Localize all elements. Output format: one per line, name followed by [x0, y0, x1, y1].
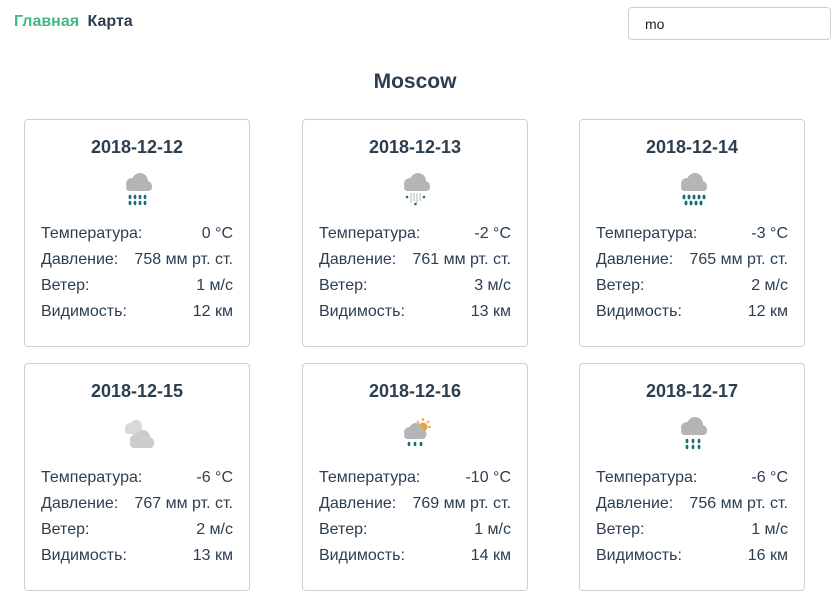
pressure-row: Давление: 756 мм рт. ст. — [596, 495, 788, 517]
wind-label: Ветер: — [319, 277, 368, 294]
pressure-value: 756 мм рт. ст. — [689, 495, 788, 512]
temperature-value: -10 °C — [465, 469, 511, 486]
wind-label: Ветер: — [41, 521, 90, 538]
pressure-value: 761 мм рт. ст. — [412, 251, 511, 268]
forecast-date: 2018-12-16 — [368, 381, 462, 401]
forecast-card: 2018-12-12 Температура: 0 °C Давление: 758… — [24, 119, 250, 347]
wind-row: Ветер: 1 м/с — [319, 521, 511, 543]
nav-link-map[interactable]: Карта — [88, 13, 133, 30]
wind-row: Ветер: 1 м/с — [596, 521, 788, 543]
light-rain-icon — [681, 417, 707, 450]
pressure-value: 767 мм рт. ст. — [134, 495, 233, 512]
nav-link-home[interactable]: Главная — [14, 13, 79, 30]
forecast-card: 2018-12-16 Температура: -10 °C Давление: 7… — [302, 363, 528, 591]
forecast-card: 2018-12-14 Температура: -3 °C Давление: 76… — [579, 119, 805, 347]
visibility-row: Видимость: 14 км — [319, 547, 511, 569]
temperature-label: Температура: — [319, 225, 421, 242]
wind-value: 2 м/с — [751, 277, 788, 294]
wind-value: 2 м/с — [196, 521, 233, 538]
visibility-row: Видимость: 13 км — [41, 547, 233, 569]
pressure-label: Давление: — [41, 495, 119, 512]
forecast-date: 2018-12-14 — [645, 137, 739, 157]
pressure-value: 769 мм рт. ст. — [412, 495, 511, 512]
visibility-value: 12 км — [192, 303, 233, 320]
pressure-label: Давление: — [596, 495, 674, 512]
pressure-label: Давление: — [319, 251, 397, 268]
temperature-row: Температура: -3 °C — [596, 225, 788, 247]
pressure-row: Давление: 769 мм рт. ст. — [319, 495, 511, 517]
temperature-value: -6 °C — [751, 469, 788, 486]
wind-label: Ветер: — [596, 521, 645, 538]
pressure-label: Давление: — [41, 251, 119, 268]
temperature-label: Температура: — [596, 225, 698, 242]
wind-row: Ветер: 3 м/с — [319, 277, 511, 299]
temperature-label: Температура: — [596, 469, 698, 486]
cloudy-icon — [125, 420, 154, 448]
visibility-label: Видимость: — [41, 303, 127, 320]
temperature-row: Температура: -6 °C — [41, 469, 233, 491]
wind-row: Ветер: 2 м/с — [41, 521, 233, 543]
visibility-label: Видимость: — [41, 547, 127, 564]
visibility-row: Видимость: 13 км — [319, 303, 511, 325]
wind-value: 1 м/с — [196, 277, 233, 294]
visibility-row: Видимость: 12 км — [596, 303, 788, 325]
pressure-row: Давление: 758 мм рт. ст. — [41, 251, 233, 273]
wind-label: Ветер: — [319, 521, 368, 538]
visibility-row: Видимость: 12 км — [41, 303, 233, 325]
heavy-rain-icon — [681, 173, 707, 206]
pressure-value: 765 мм рт. ст. — [689, 251, 788, 268]
visibility-label: Видимость: — [319, 547, 405, 564]
temperature-value: -2 °C — [474, 225, 511, 242]
forecast-card: 2018-12-13 Температура: -2 °C Давление: 76… — [302, 119, 528, 347]
visibility-label: Видимость: — [319, 303, 405, 320]
visibility-label: Видимость: — [596, 547, 682, 564]
pressure-label: Давление: — [319, 495, 397, 512]
visibility-value: 14 км — [470, 547, 511, 564]
wind-value: 1 м/с — [751, 521, 788, 538]
rain-icon — [126, 173, 152, 206]
wind-value: 1 м/с — [474, 521, 511, 538]
wind-row: Ветер: 1 м/с — [41, 277, 233, 299]
temperature-value: -3 °C — [751, 225, 788, 242]
visibility-value: 12 км — [747, 303, 788, 320]
pressure-row: Давление: 761 мм рт. ст. — [319, 251, 511, 273]
forecast-date: 2018-12-13 — [368, 137, 462, 157]
temperature-label: Температура: — [41, 469, 143, 486]
wind-row: Ветер: 2 м/с — [596, 277, 788, 299]
temperature-label: Температура: — [41, 225, 143, 242]
temperature-row: Температура: -2 °C — [319, 225, 511, 247]
forecast-card: 2018-12-17 Температура: -6 °C Давление: 75… — [579, 363, 805, 591]
visibility-row: Видимость: 16 км — [596, 547, 788, 569]
temperature-value: -6 °C — [196, 469, 233, 486]
wind-label: Ветер: — [596, 277, 645, 294]
city-title: Moscow — [373, 70, 457, 93]
forecast-date: 2018-12-17 — [645, 381, 739, 401]
temperature-row: Температура: -10 °C — [319, 469, 511, 491]
forecast-date: 2018-12-15 — [90, 381, 184, 401]
temperature-row: Температура: -6 °C — [596, 469, 788, 491]
sleet-icon — [404, 173, 430, 206]
pressure-label: Давление: — [596, 251, 674, 268]
main-nav: Главная Карта — [14, 13, 133, 31]
sun-rain-icon — [404, 418, 431, 447]
temperature-label: Температура: — [319, 469, 421, 486]
wind-label: Ветер: — [41, 277, 90, 294]
pressure-row: Давление: 765 мм рт. ст. — [596, 251, 788, 273]
wind-value: 3 м/с — [474, 277, 511, 294]
forecast-date: 2018-12-12 — [90, 137, 184, 157]
city-search-input[interactable] — [628, 7, 831, 40]
pressure-value: 758 мм рт. ст. — [134, 251, 233, 268]
visibility-label: Видимость: — [596, 303, 682, 320]
temperature-row: Температура: 0 °C — [41, 225, 233, 247]
visibility-value: 16 км — [747, 547, 788, 564]
temperature-value: 0 °C — [201, 225, 233, 242]
visibility-value: 13 км — [192, 547, 233, 564]
forecast-card: 2018-12-15 Температура: -6 °C Давление: 76… — [24, 363, 250, 591]
visibility-value: 13 км — [470, 303, 511, 320]
pressure-row: Давление: 767 мм рт. ст. — [41, 495, 233, 517]
